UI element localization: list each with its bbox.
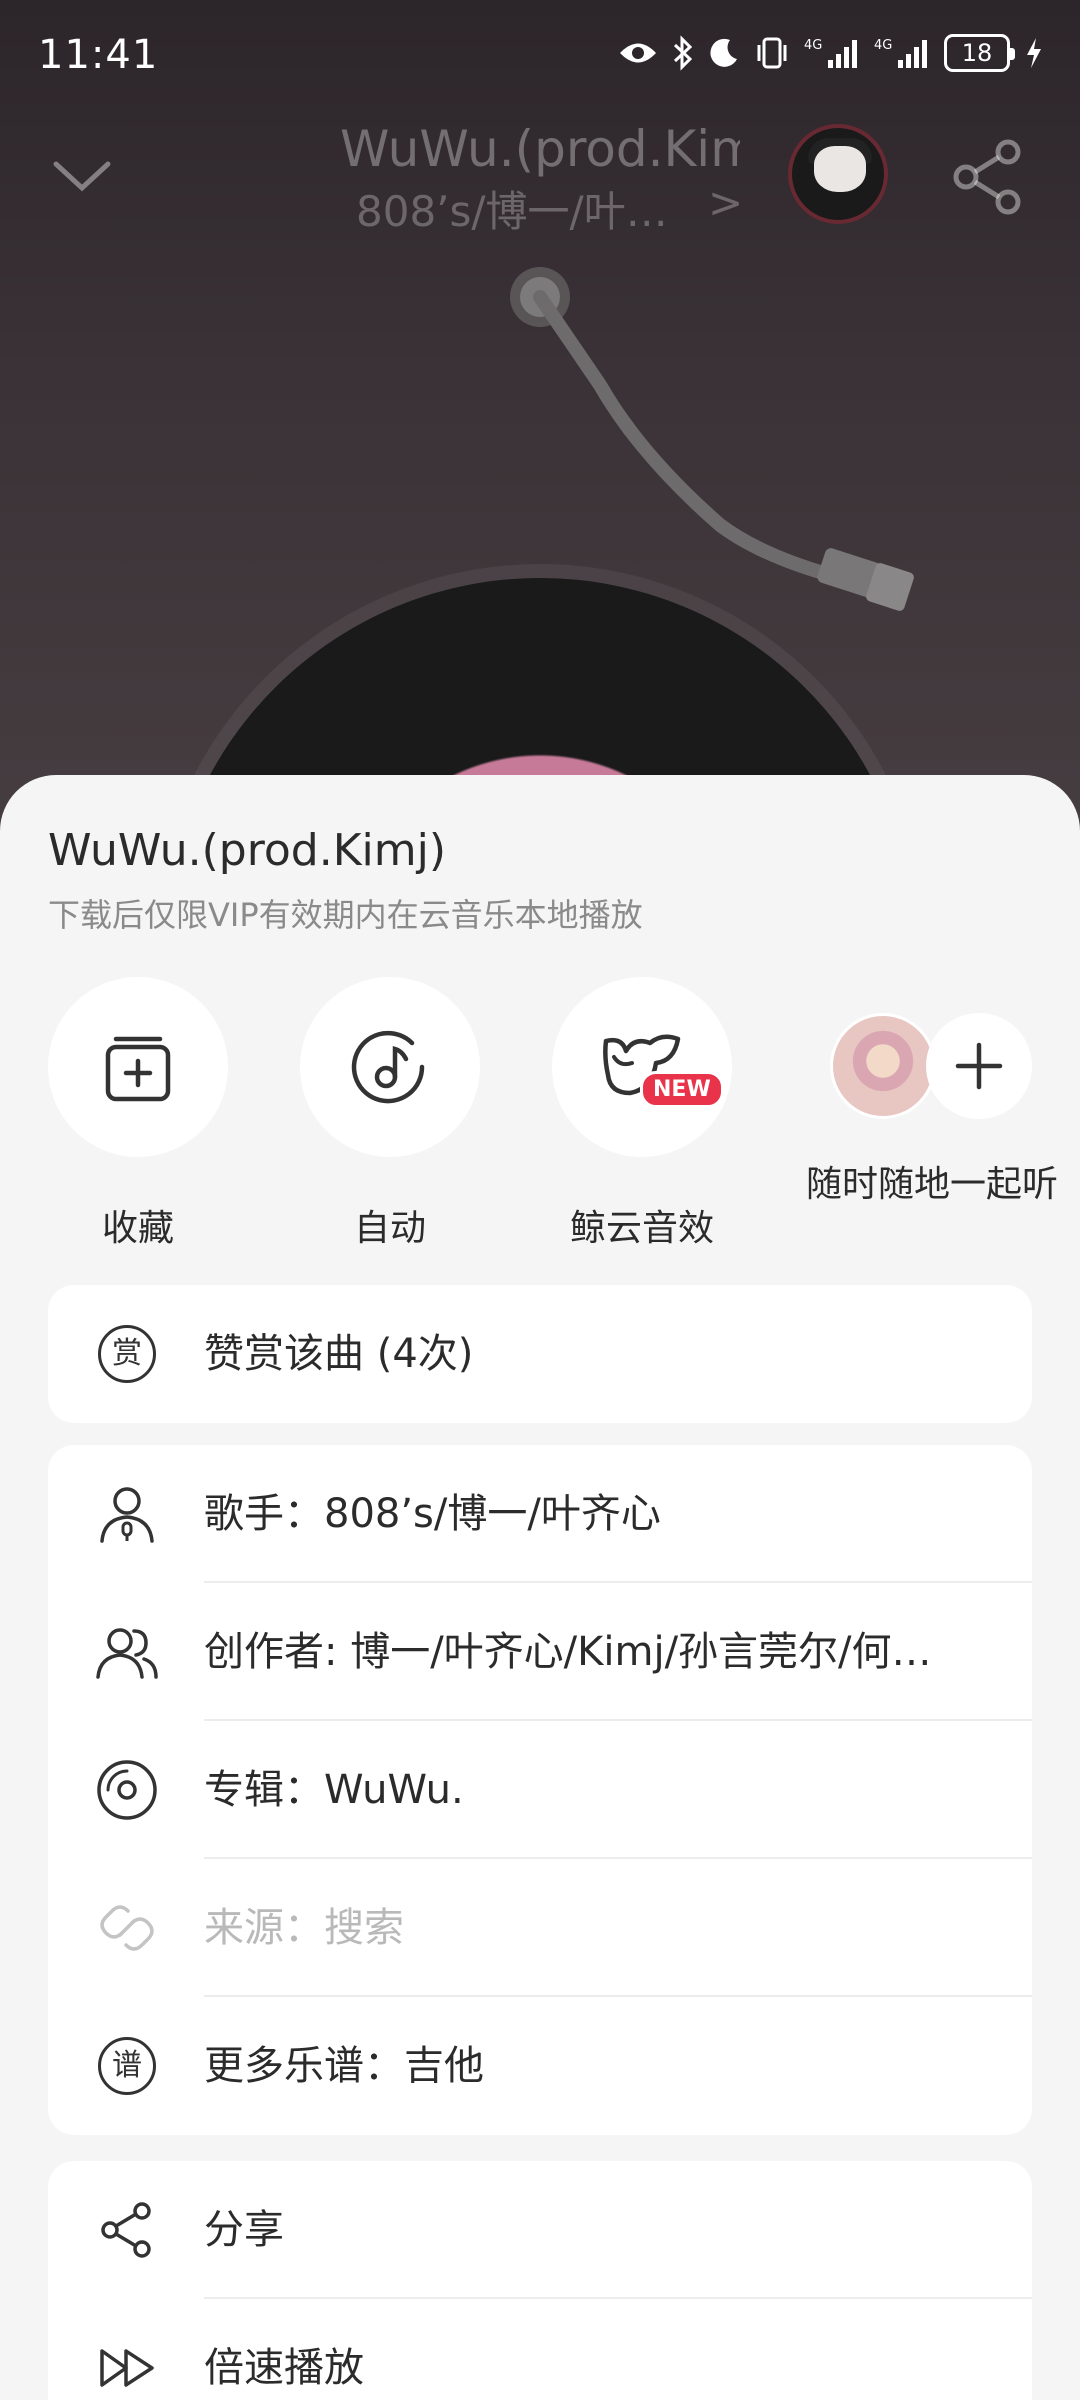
chevron-down-icon[interactable] [46,138,118,210]
listen-together-add[interactable] [926,1013,1032,1119]
svg-text:4G: 4G [804,38,822,53]
reward-icon: 赏 [94,1321,160,1387]
listen-together-label: 随时随地一起听 [806,1164,1059,1205]
vibrate-icon [757,37,787,69]
reward-label: 赞赏该曲 (4次) [204,1331,474,1377]
status-icons: 4G 4G 18 [618,34,1044,72]
battery-indicator: 18 [944,34,1015,72]
album-label: 专辑：WuWu. [204,1767,464,1813]
charging-icon [1027,38,1041,68]
signal-4g-icon: 4G [874,38,927,68]
creators-row[interactable]: 创作者: 博一/叶齐心/Kimj/孙言莞尔/何… [48,1583,1032,1721]
moon-icon [710,38,737,67]
whale-sound-effect-label: 鲸云音效 [569,1208,714,1249]
new-badge: NEW [640,1071,724,1108]
plus-icon [955,1042,1003,1090]
avatar[interactable] [788,124,888,224]
player-header: WuWu.(prod.Kim 808’s/博一/叶… > [0,116,1080,246]
share-icon[interactable] [950,138,1028,216]
sheet-music-label: 更多乐谱：吉他 [204,2043,484,2089]
creators-label: 创作者: 博一/叶齐心/Kimj/孙言莞尔/何… [204,1629,932,1675]
chevron-right-icon[interactable]: > [708,178,743,227]
battery-level: 18 [961,39,993,67]
song-info-card: 歌手：808’s/博一/叶齐心 创作者: 博一/叶齐心/Kimj/孙言莞尔/何… [48,1445,1032,2135]
signal-4g-icon: 4G [804,38,857,68]
eye-icon [620,43,656,63]
sheet-song-title: WuWu.(prod.Kimj) [48,825,447,876]
auto-quality-button[interactable]: 自动 [270,977,510,1251]
singer-row[interactable]: 歌手：808’s/博一/叶齐心 [48,1445,1032,1583]
share-icon [94,2197,160,2263]
singer-icon [94,1481,160,1547]
source-row: 来源：搜索 [48,1859,1032,1997]
status-time: 11:41 [38,32,159,78]
share-row[interactable]: 分享 [48,2161,1032,2299]
auto-quality-icon [351,1030,425,1104]
album-icon [94,1757,160,1823]
auto-quality-label: 自动 [353,1208,426,1249]
source-label: 来源：搜索 [204,1905,404,1951]
sheet-music-row[interactable]: 谱 更多乐谱：吉他 [48,1997,1032,2135]
reward-row[interactable]: 赏 赞赏该曲 (4次) [48,1285,1032,1423]
avatar [830,1013,936,1119]
singer-label: 歌手：808’s/博一/叶齐心 [204,1491,661,1537]
bluetooth-icon [673,35,693,71]
song-options-sheet: WuWu.(prod.Kimj) 下载后仅限VIP有效期内在云音乐本地播放 收藏 [0,775,1080,2400]
reward-card: 赏 赞赏该曲 (4次) [48,1285,1032,1423]
speed-icon [94,2335,160,2400]
quick-actions: 收藏 自动 NEW 鲸云音效 随时随地一起听 [0,977,1080,1249]
collect-label: 收藏 [101,1208,174,1249]
now-playing-artist[interactable]: 808’s/博一/叶… [356,178,668,239]
status-bar: 11:41 4G 4G 18 [0,0,1080,116]
sheet-music-glyph: 谱 [98,2037,156,2095]
player-background: 11:41 4G 4G 18 WuWu.(prod.Kim 808’s/博一/叶… [0,0,1080,830]
whale-sound-effect-button[interactable]: NEW 鲸云音效 [522,977,762,1251]
share-label: 分享 [204,2207,284,2253]
listen-together-button[interactable] [830,1013,1035,1123]
collect-icon [105,1036,171,1102]
whale-sound-effect-circle[interactable]: NEW [552,977,732,1157]
speed-row[interactable]: 倍速播放 [48,2299,1032,2400]
action-card: 分享 倍速播放 [48,2161,1032,2400]
creators-icon [94,1619,160,1685]
avatar-face [814,146,866,192]
now-playing-title: WuWu.(prod.Kim [340,120,740,178]
collect-circle[interactable] [48,977,228,1157]
auto-quality-circle[interactable] [300,977,480,1157]
sheet-music-icon: 谱 [94,2033,160,2099]
sheet-subtitle: 下载后仅限VIP有效期内在云音乐本地播放 [48,896,643,934]
speed-label: 倍速播放 [204,2345,364,2391]
svg-text:4G: 4G [874,38,892,53]
collect-button[interactable]: 收藏 [18,977,258,1251]
album-row[interactable]: 专辑：WuWu. [48,1721,1032,1859]
reward-glyph: 赏 [98,1325,156,1383]
link-icon [94,1895,160,1961]
